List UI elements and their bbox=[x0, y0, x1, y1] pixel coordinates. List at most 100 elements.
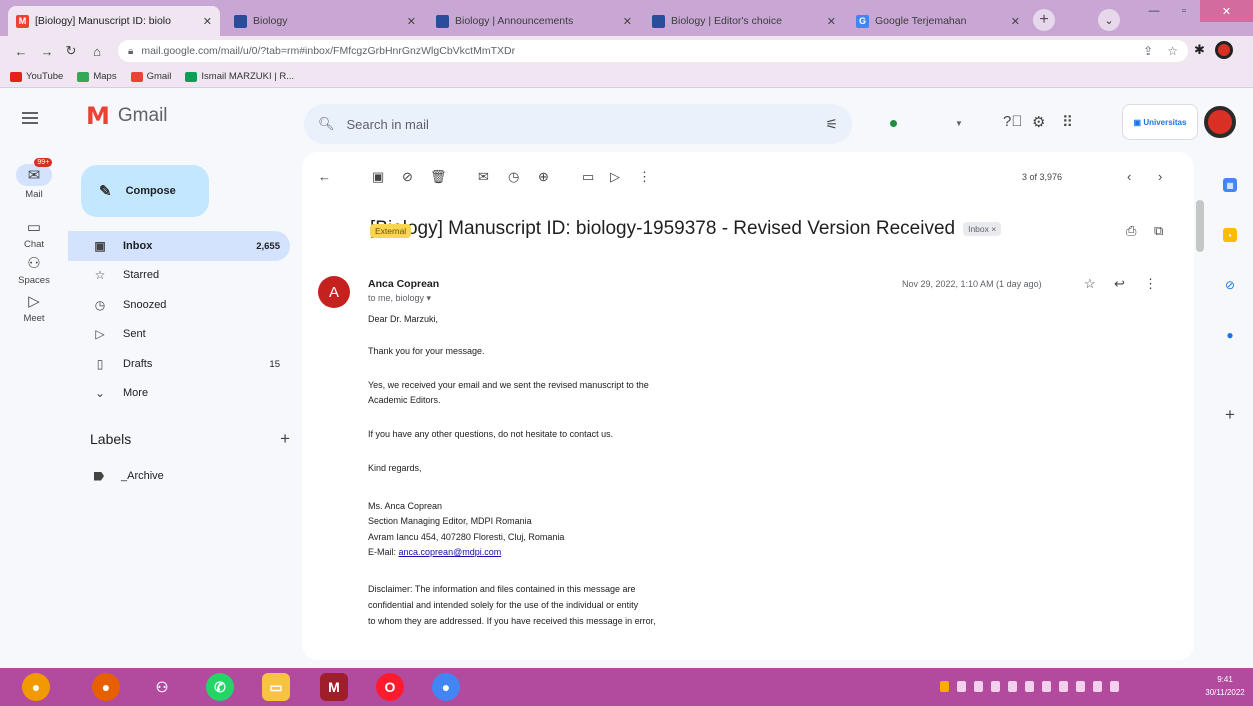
keep-icon[interactable]: ▪ bbox=[1223, 228, 1237, 242]
rail-item-chat[interactable]: ▭ Chat bbox=[0, 218, 68, 250]
battery-icon[interactable] bbox=[1076, 681, 1085, 692]
notifications-icon[interactable] bbox=[1110, 681, 1119, 692]
print-icon[interactable]: ⎙ bbox=[1126, 223, 1136, 239]
new-tab-button[interactable]: + bbox=[1033, 9, 1055, 31]
recipients-dropdown[interactable]: to me, biology ▾ bbox=[368, 293, 431, 304]
mark-unread-icon[interactable]: ✉ bbox=[478, 169, 489, 185]
reload-button[interactable]: ↻ bbox=[62, 42, 80, 60]
sidebar-item-more[interactable]: ⌄ More bbox=[68, 378, 290, 408]
extensions-icon[interactable]: ✱ bbox=[1194, 42, 1205, 58]
tab-close-icon[interactable]: ✕ bbox=[827, 15, 836, 28]
home-button[interactable]: ⌂ bbox=[88, 42, 106, 60]
whatsapp-icon[interactable]: ✆ bbox=[206, 673, 234, 701]
label-icon[interactable]: ▷ bbox=[610, 169, 620, 185]
sender-name[interactable]: Anca Coprean bbox=[368, 278, 439, 290]
tab-close-icon[interactable]: ✕ bbox=[1011, 15, 1020, 28]
share-icon[interactable]: ⇪ bbox=[1143, 44, 1153, 58]
tab-google-terjemahan[interactable]: G Google Terjemahan ✕ bbox=[848, 6, 1028, 36]
newer-icon[interactable]: ‹ bbox=[1127, 169, 1131, 184]
bookmark-youtube[interactable]: YouTube bbox=[10, 71, 63, 82]
minimize-button[interactable]: — bbox=[1140, 0, 1168, 22]
sender-avatar[interactable]: A bbox=[318, 276, 350, 308]
add-to-tasks-icon[interactable]: ⊕ bbox=[538, 169, 549, 185]
maximize-button[interactable]: ▫ bbox=[1170, 0, 1198, 22]
account-avatar[interactable] bbox=[1204, 106, 1236, 138]
bookmark-star-icon[interactable]: ☆ bbox=[1167, 44, 1178, 58]
network-icon[interactable] bbox=[1042, 681, 1051, 692]
scrollbar-thumb[interactable] bbox=[1196, 200, 1204, 252]
sidebar-item-drafts[interactable]: ▯ Drafts 15 bbox=[68, 349, 290, 379]
file-explorer-icon[interactable]: ▭ bbox=[262, 673, 290, 701]
back-button[interactable]: ← bbox=[12, 42, 30, 60]
tab-close-icon[interactable]: ✕ bbox=[623, 15, 632, 28]
mendeley-icon[interactable]: M bbox=[320, 673, 348, 701]
tray-app-icon[interactable] bbox=[991, 681, 1000, 692]
sidebar-item-snoozed[interactable]: ◷ Snoozed bbox=[68, 290, 290, 320]
get-addons-icon[interactable]: + bbox=[1223, 405, 1237, 424]
bookmark-gmail[interactable]: Gmail bbox=[130, 71, 171, 82]
open-in-new-window-icon[interactable]: ⧉ bbox=[1154, 223, 1163, 239]
tab-close-icon[interactable]: ✕ bbox=[203, 15, 212, 28]
inbox-label-chip[interactable]: Inbox × bbox=[963, 222, 1002, 236]
tray-app-icon[interactable] bbox=[957, 681, 966, 692]
opera-icon[interactable]: O bbox=[376, 673, 404, 701]
delete-icon[interactable]: 🗑︎ bbox=[430, 169, 447, 185]
tray-app-icon[interactable] bbox=[1008, 681, 1017, 692]
chrome-icon[interactable]: ● bbox=[432, 673, 460, 701]
organization-logo[interactable]: ▣ Universitas bbox=[1122, 104, 1198, 140]
tab-biology-editors-choice[interactable]: Biology | Editor's choice ✕ bbox=[644, 6, 844, 36]
tray-warning-icon[interactable] bbox=[940, 681, 949, 692]
forward-button[interactable]: → bbox=[38, 42, 56, 60]
more-options-icon[interactable]: ⋮ bbox=[638, 169, 651, 185]
firefox-icon[interactable]: ● bbox=[92, 673, 120, 701]
volume-icon[interactable] bbox=[1059, 681, 1068, 692]
status-selector[interactable]: ▼ bbox=[878, 110, 968, 136]
tab-close-icon[interactable]: ✕ bbox=[407, 15, 416, 28]
tab-biology-manuscript[interactable]: M [Biology] Manuscript ID: biolo ✕ bbox=[8, 6, 220, 36]
label-archive[interactable]: _Archive bbox=[94, 470, 164, 482]
tasks-icon[interactable]: ⊘ bbox=[1223, 278, 1237, 292]
move-to-icon[interactable]: ▭ bbox=[582, 169, 594, 185]
start-menu-icon[interactable]: ● bbox=[22, 673, 50, 701]
older-icon[interactable]: › bbox=[1158, 169, 1162, 184]
more-options-icon[interactable]: ⋮ bbox=[1144, 276, 1157, 292]
rail-item-spaces[interactable]: ⚇ Spaces bbox=[0, 254, 68, 286]
browser-profile-avatar[interactable] bbox=[1215, 41, 1233, 59]
calendar-icon[interactable]: ▦ bbox=[1223, 178, 1237, 192]
search-icon[interactable]: 🔍︎ bbox=[318, 116, 335, 132]
gmail-logo[interactable]: M Gmail bbox=[86, 104, 168, 128]
people-app-icon[interactable]: ⚇ bbox=[148, 673, 176, 701]
sidebar-item-sent[interactable]: ▷ Sent bbox=[68, 319, 290, 349]
search-options-icon[interactable]: ⚟ bbox=[825, 116, 838, 133]
search-input[interactable]: 🔍︎ Search in mail ⚟ bbox=[304, 104, 852, 144]
settings-gear-icon[interactable]: ⚙ bbox=[1032, 113, 1045, 131]
signature-email-link[interactable]: anca.coprean@mdpi.com bbox=[399, 547, 502, 557]
system-clock[interactable]: 9:41 30/11/2022 bbox=[1200, 673, 1250, 699]
system-tray[interactable] bbox=[940, 681, 1119, 692]
google-apps-icon[interactable]: ⠿ bbox=[1062, 113, 1073, 131]
archive-icon[interactable]: ▣ bbox=[372, 169, 384, 185]
bookmark-ismail[interactable]: Ismail MARZUKI | R... bbox=[185, 71, 294, 82]
report-spam-icon[interactable]: ⊘ bbox=[402, 169, 413, 185]
sidebar-item-inbox[interactable]: ▣ Inbox 2,655 bbox=[68, 231, 290, 261]
tab-biology-announcements[interactable]: Biology | Announcements ✕ bbox=[428, 6, 640, 36]
tab-search-button[interactable]: ⌄ bbox=[1098, 9, 1120, 31]
rail-item-meet[interactable]: ▷ Meet bbox=[0, 292, 68, 324]
support-icon[interactable]: ?⃝ bbox=[1003, 113, 1023, 130]
compose-button[interactable]: ✎ Compose bbox=[81, 165, 209, 217]
sidebar-item-starred[interactable]: ☆ Starred bbox=[68, 260, 290, 290]
snooze-icon[interactable]: ◷ bbox=[508, 169, 519, 185]
tray-app-icon[interactable] bbox=[974, 681, 983, 692]
contacts-icon[interactable]: ● bbox=[1223, 328, 1237, 342]
back-to-inbox-icon[interactable]: ← bbox=[318, 169, 331, 184]
url-bar[interactable]: 🔒︎ mail.google.com/mail/u/0/?tab=rm#inbo… bbox=[118, 40, 1188, 62]
create-label-button[interactable]: + bbox=[280, 429, 290, 449]
tray-app-icon[interactable] bbox=[1025, 681, 1034, 692]
star-icon[interactable]: ☆ bbox=[1084, 276, 1096, 292]
main-menu-icon[interactable] bbox=[22, 112, 38, 124]
rail-item-mail[interactable]: ✉ 99+ Mail bbox=[0, 158, 68, 200]
language-icon[interactable] bbox=[1093, 681, 1102, 692]
reply-icon[interactable]: ↩ bbox=[1114, 276, 1125, 292]
close-window-button[interactable]: ✕ bbox=[1200, 0, 1253, 22]
bookmark-maps[interactable]: Maps bbox=[77, 71, 117, 82]
